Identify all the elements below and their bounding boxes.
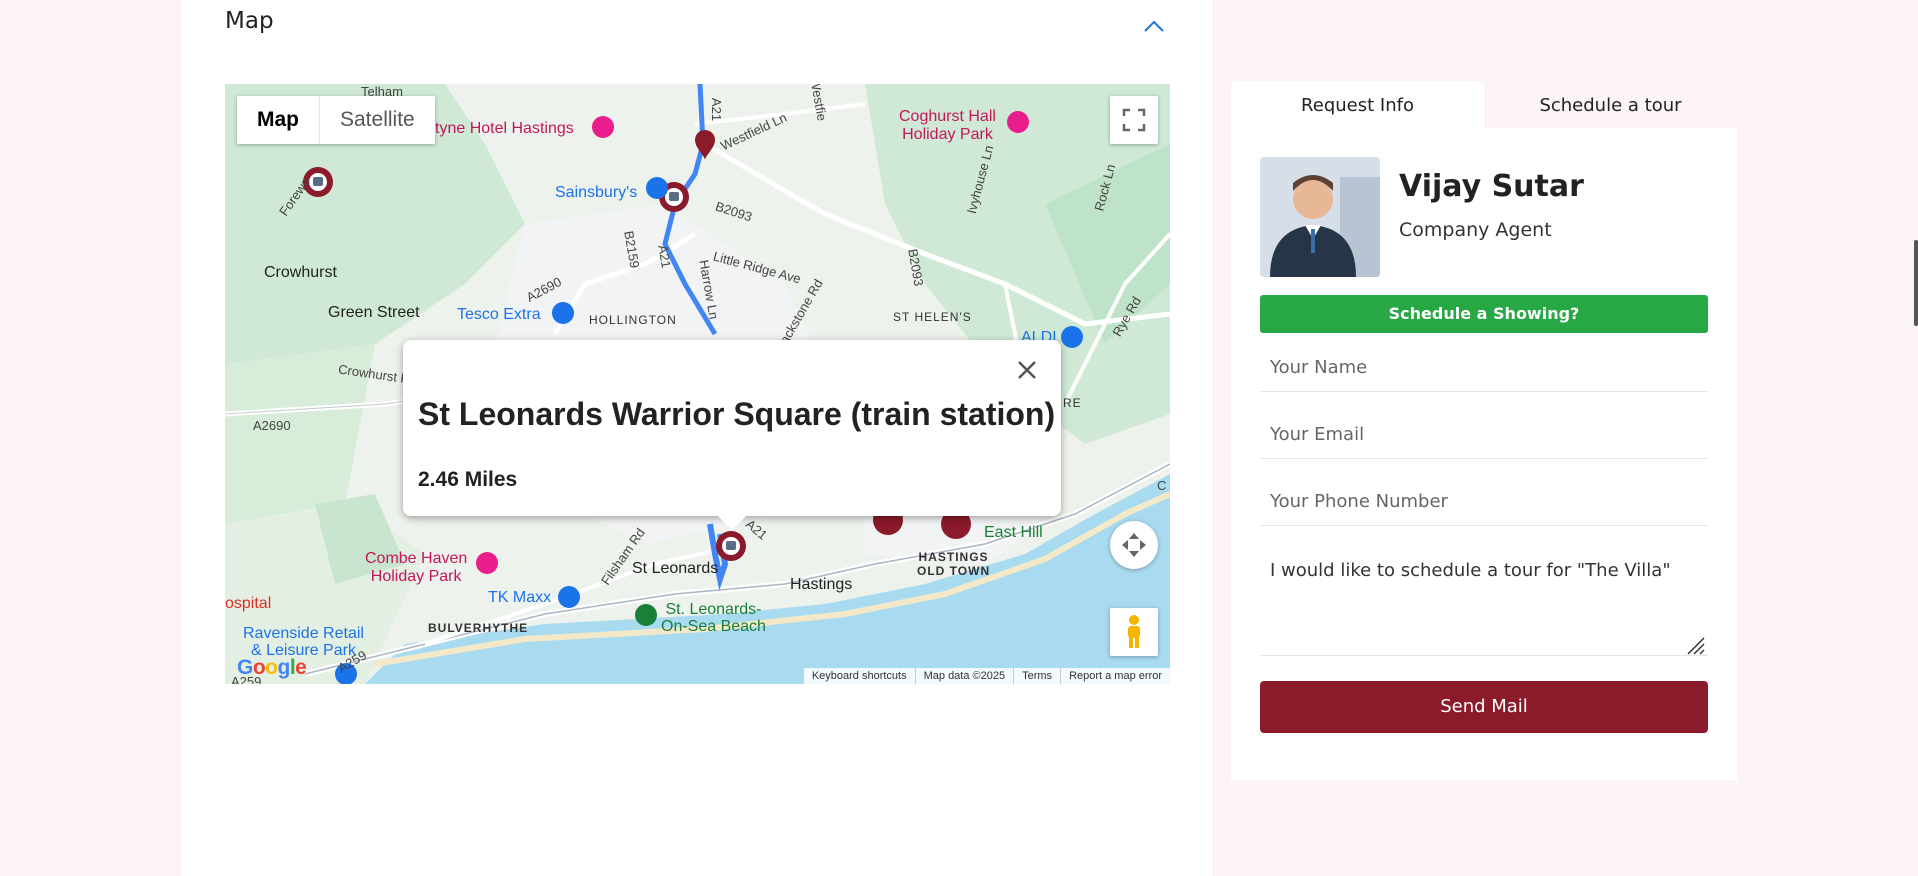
combe-haven-label: Combe Haven Holiday Park <box>365 550 468 585</box>
schedule-showing-button[interactable]: Schedule a Showing? <box>1260 295 1708 333</box>
page-scrollbar[interactable] <box>1914 240 1918 326</box>
name-field[interactable] <box>1260 344 1708 392</box>
a21-label: A21 <box>709 97 725 122</box>
tab-request-info[interactable]: Request Info <box>1231 81 1484 128</box>
ravenside-label: Ravenside Retail & Leisure Park <box>243 625 364 659</box>
coghurst-label: Coghurst Hall Holiday Park <box>899 108 996 143</box>
google-logo: Google <box>237 656 307 679</box>
fullscreen-icon <box>1122 108 1146 132</box>
camera-control-button[interactable] <box>1110 521 1158 569</box>
chevron-up-icon[interactable] <box>1141 15 1167 39</box>
tk-maxx-label: TK Maxx <box>488 589 552 606</box>
hospital-label: ospital <box>225 595 272 612</box>
map-data-text: Map data ©2025 <box>914 668 1014 684</box>
send-mail-button[interactable]: Send Mail <box>1260 681 1708 733</box>
st-helens-label: ST HELEN'S <box>893 310 972 324</box>
hotel-label: tyne Hotel Hastings <box>435 120 574 137</box>
email-field[interactable] <box>1260 411 1708 459</box>
map-view[interactable]: Telham tyne Hotel Hastings Coghurst Hall… <box>225 84 1170 684</box>
contact-sidebar: Request Info Schedule a tour Vijay Sutar… <box>1231 81 1737 780</box>
agent-name: Vijay Sutar <box>1399 169 1584 204</box>
hastings-label: Hastings <box>790 576 853 593</box>
re-label: RE <box>1063 396 1082 410</box>
a2690-label: A2690 <box>253 418 291 433</box>
map-type-map-button[interactable]: Map <box>237 96 319 144</box>
station-distance: 2.46 Miles <box>418 468 518 491</box>
resize-handle-icon[interactable] <box>1686 636 1706 656</box>
st-leonards-label: St Leonards <box>632 560 719 577</box>
info-window: St Leonards Warrior Square (train statio… <box>403 340 1061 516</box>
hollington-label: HOLLINGTON <box>589 313 677 327</box>
sainsburys-label: Sainsbury's <box>555 184 638 201</box>
tab-schedule-tour[interactable]: Schedule a tour <box>1484 81 1737 128</box>
pegman-icon <box>1128 615 1140 648</box>
terms-link[interactable]: Terms <box>1013 668 1060 684</box>
sidebar-tabs: Request Info Schedule a tour <box>1231 81 1737 128</box>
c-label: C <box>1157 478 1167 493</box>
message-field[interactable]: I would like to schedule a tour for "The… <box>1260 548 1708 656</box>
station-title: St Leonards Warrior Square (train statio… <box>418 396 1056 432</box>
fullscreen-button[interactable] <box>1110 96 1158 144</box>
agent-avatar <box>1260 157 1380 277</box>
map-type-satellite-button[interactable]: Satellite <box>319 96 435 144</box>
close-icon[interactable] <box>1013 356 1041 384</box>
tesco-label: Tesco Extra <box>457 306 541 323</box>
move-arrows-icon <box>1122 533 1146 557</box>
report-error-link[interactable]: Report a map error <box>1060 668 1170 684</box>
crowhurst-label: Crowhurst <box>264 264 337 281</box>
map-type-control: Map Satellite <box>237 96 435 144</box>
info-window-tail <box>718 516 746 530</box>
hastings-old-town-label: HASTINGS OLD TOWN <box>917 550 991 578</box>
section-title: Map <box>225 8 274 34</box>
agent-role: Company Agent <box>1399 219 1552 241</box>
east-hill-label: East Hill <box>984 524 1043 541</box>
contact-card: Vijay Sutar Company Agent Schedule a Sho… <box>1231 128 1737 780</box>
beach-label: St. Leonards- On-Sea Beach <box>661 601 766 635</box>
green-street-label: Green Street <box>328 304 420 321</box>
street-view-button[interactable] <box>1110 608 1158 656</box>
keyboard-shortcuts-link[interactable]: Keyboard shortcuts <box>804 668 915 684</box>
map-attribution: Keyboard shortcuts Map data ©2025 Terms … <box>803 668 1170 684</box>
phone-field[interactable] <box>1260 478 1708 526</box>
bulverhythe-label: BULVERHYTHE <box>428 621 529 635</box>
